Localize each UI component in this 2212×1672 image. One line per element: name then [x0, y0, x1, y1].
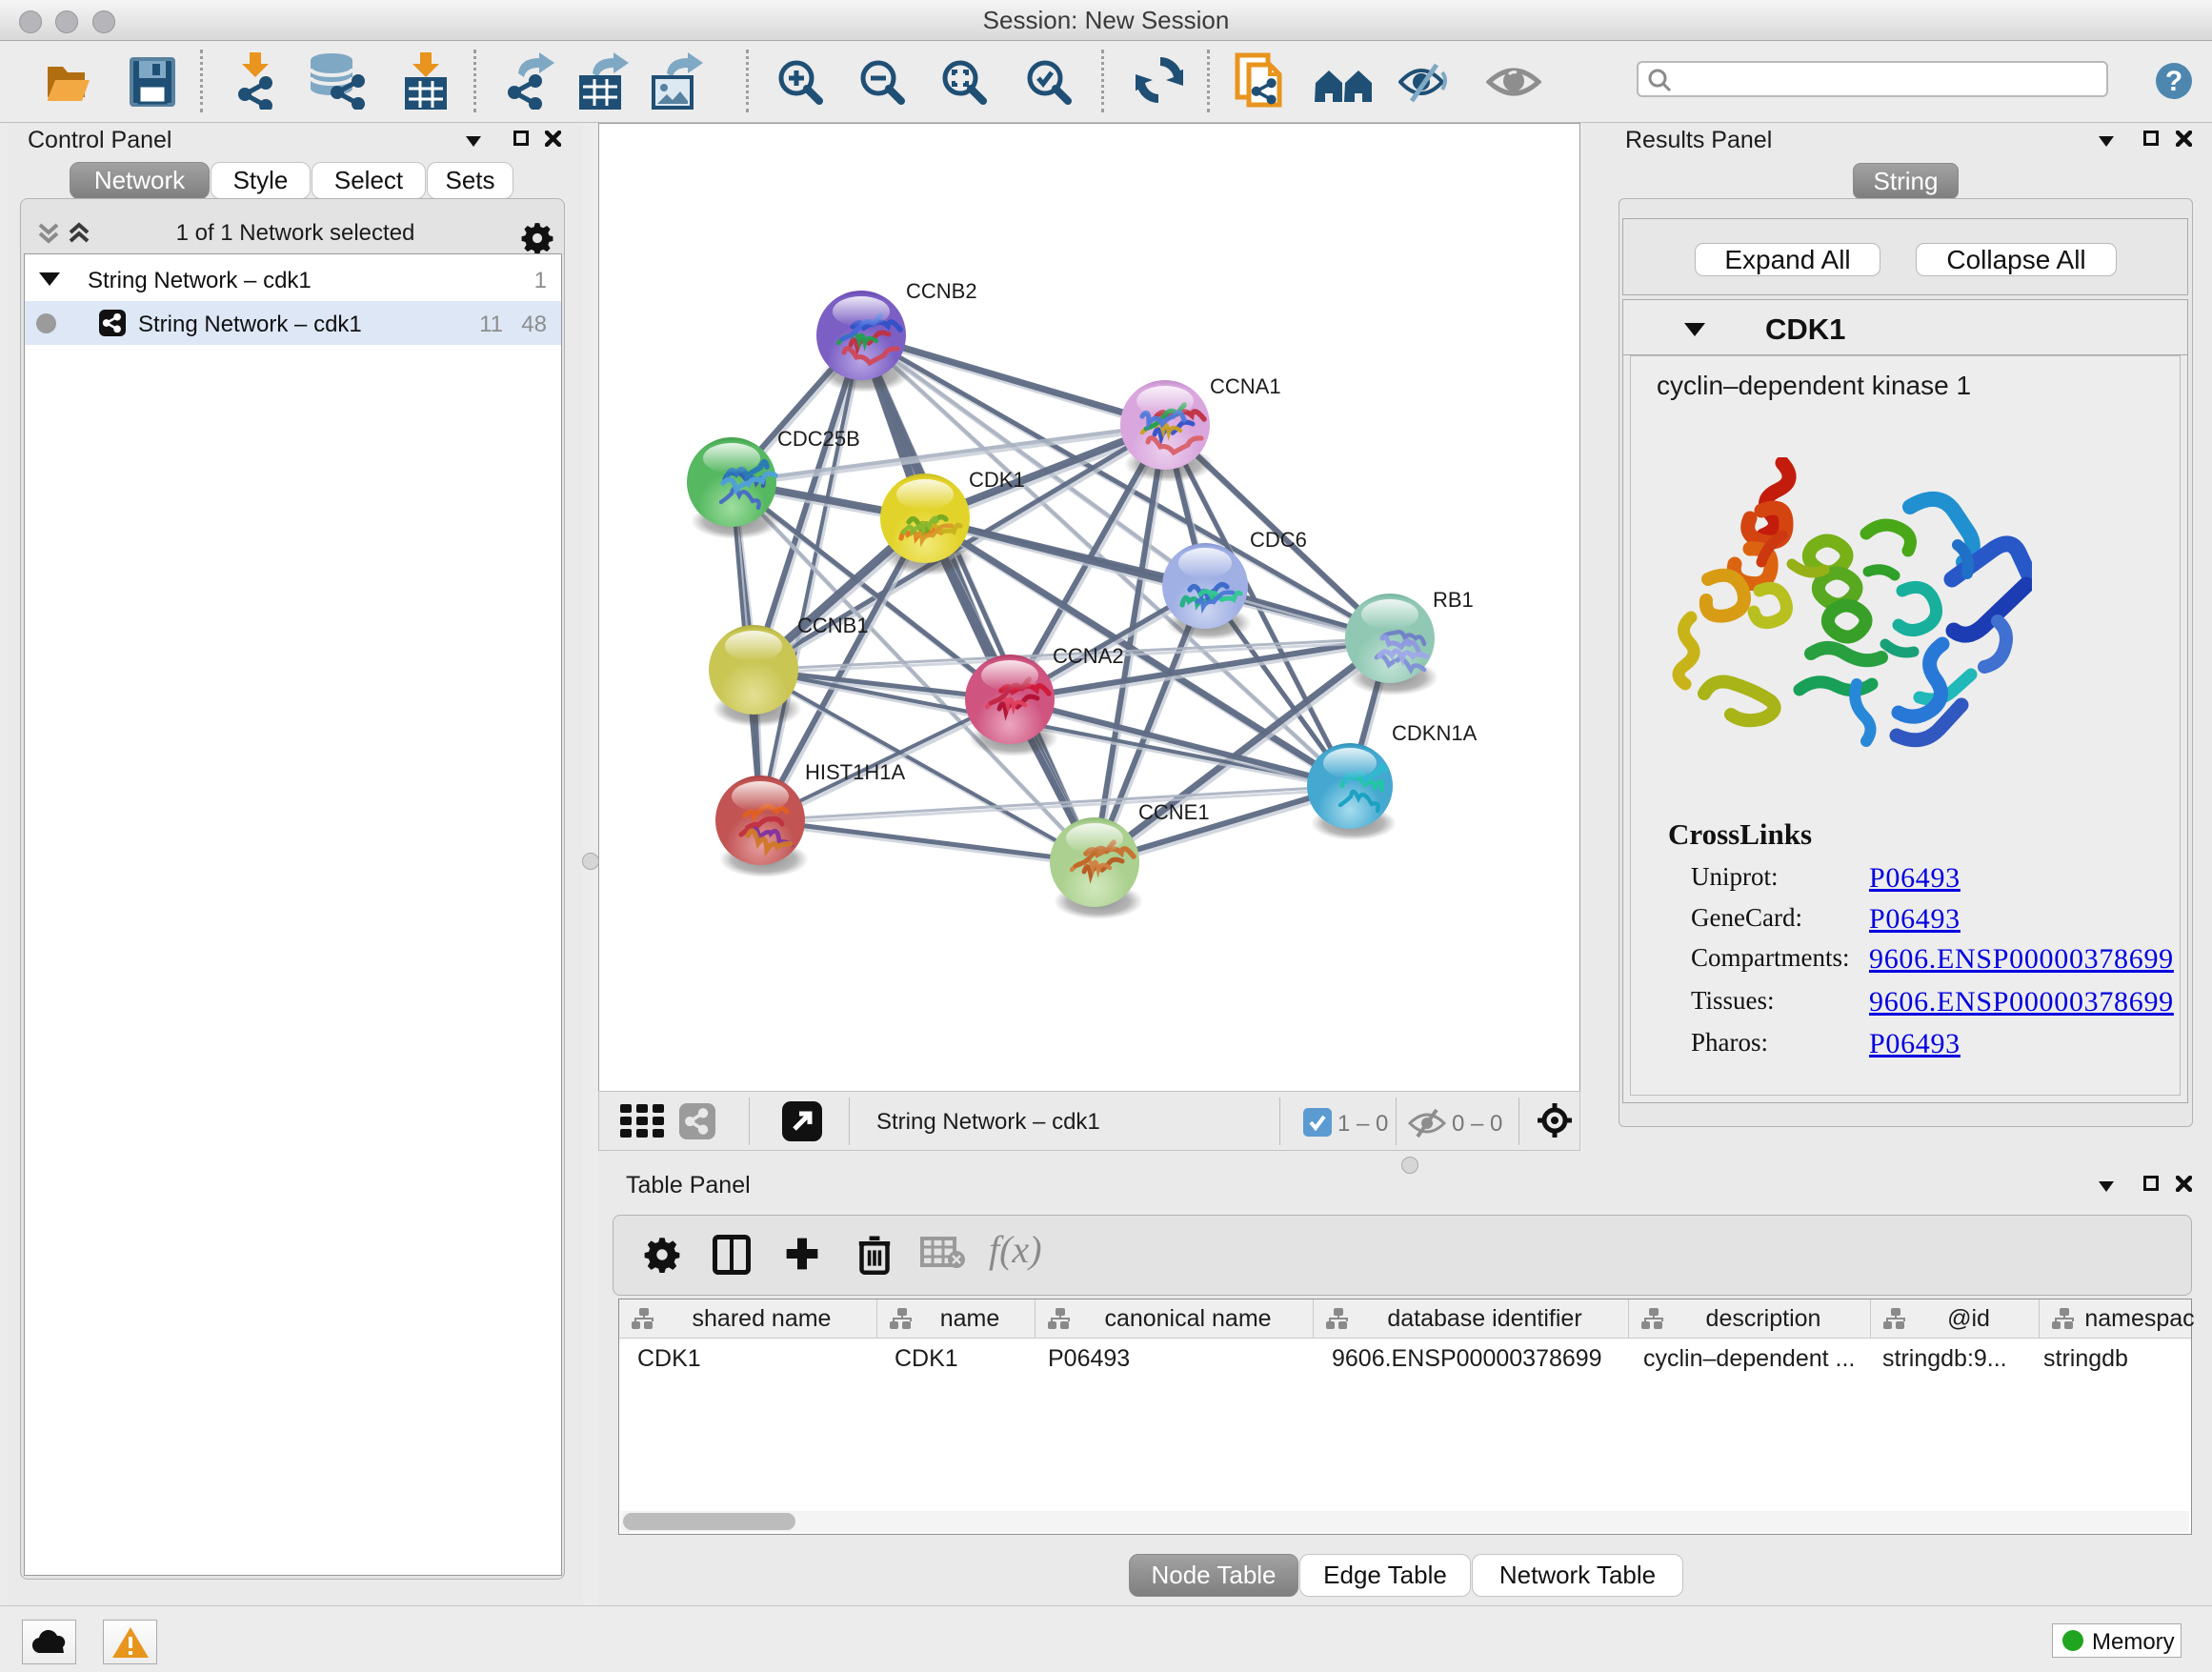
- svg-text:CDC25B: CDC25B: [777, 427, 860, 451]
- svg-text:CCNB1: CCNB1: [797, 614, 869, 637]
- svg-text:CCNE1: CCNE1: [1138, 800, 1210, 824]
- svg-text:CCNA2: CCNA2: [1053, 644, 1124, 668]
- svg-text:CCNA1: CCNA1: [1210, 374, 1281, 398]
- svg-text:CCNB2: CCNB2: [906, 279, 977, 303]
- svg-text:CDKN1A: CDKN1A: [1392, 721, 1478, 745]
- svg-text:CDK1: CDK1: [969, 468, 1025, 492]
- svg-text:CDC6: CDC6: [1250, 528, 1307, 552]
- svg-text:RB1: RB1: [1433, 588, 1474, 612]
- svg-text:HIST1H1A: HIST1H1A: [805, 760, 905, 784]
